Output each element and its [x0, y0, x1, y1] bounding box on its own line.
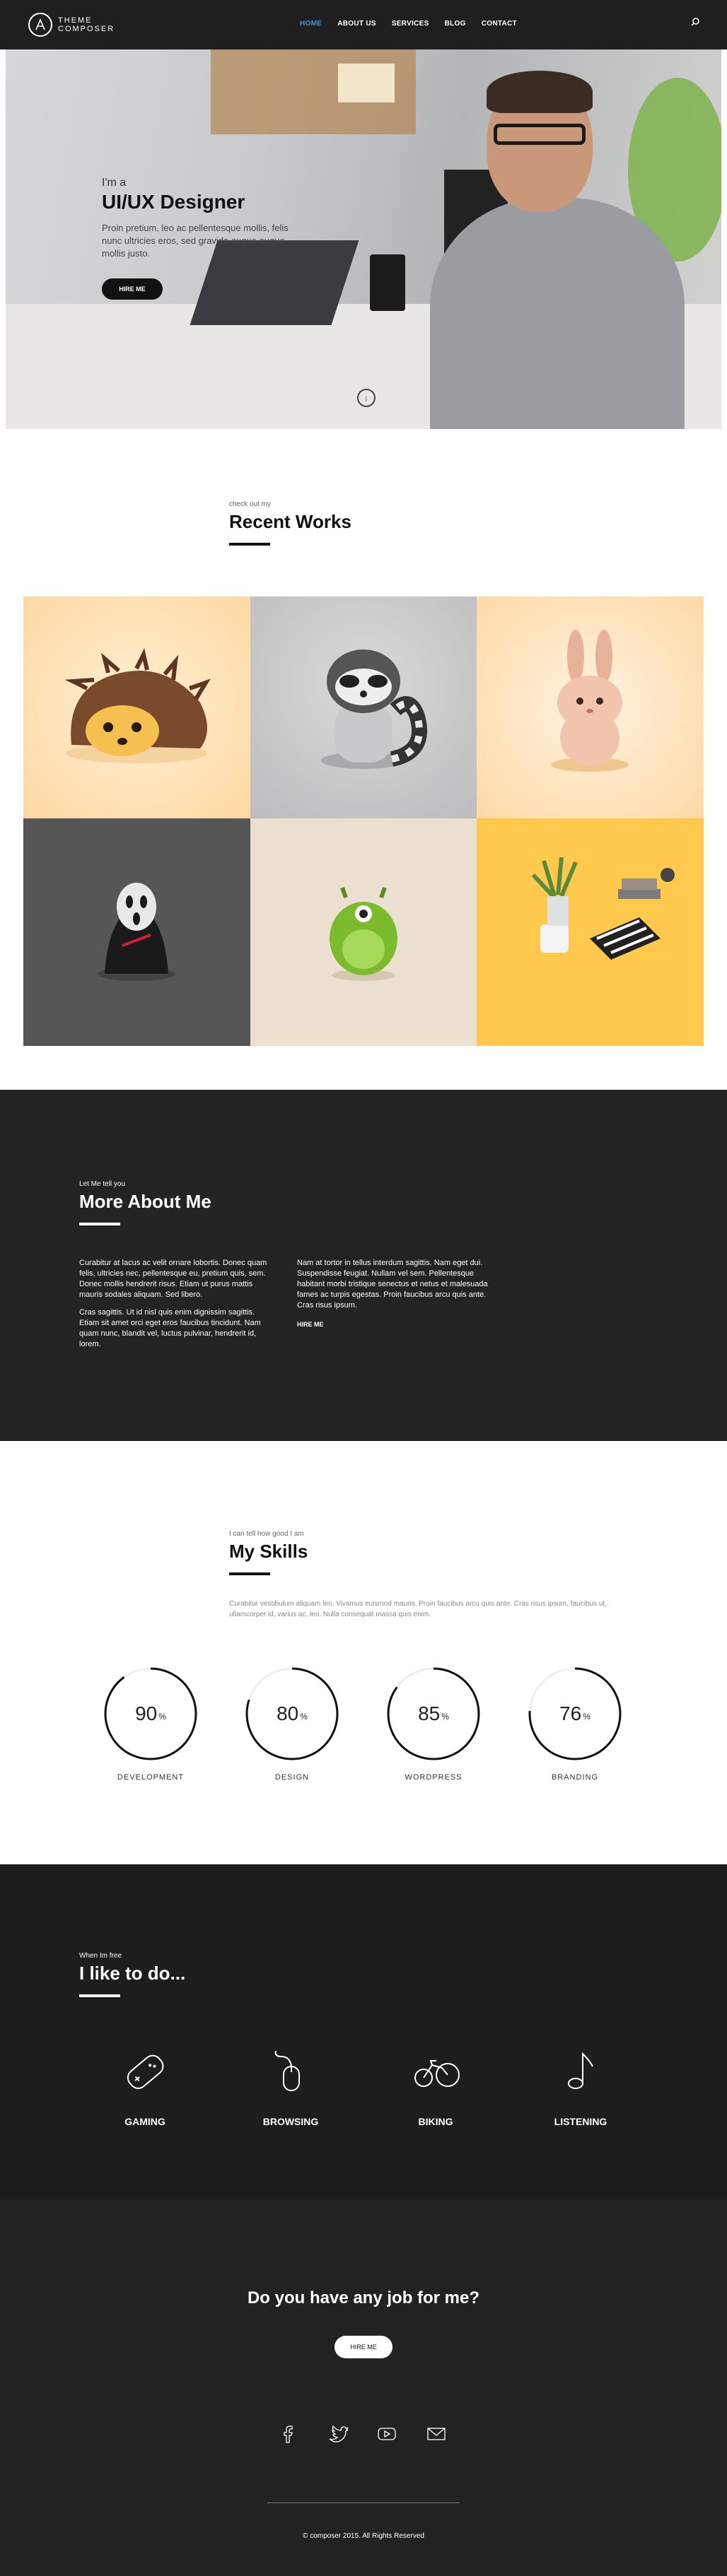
about-paragraph: Cras sagittis. Ut id nisl quis enim dign…: [79, 1308, 261, 1348]
bicycle-icon: [411, 2047, 460, 2096]
hobby-label: GAMING: [124, 2116, 165, 2127]
skill-label: DESIGN: [274, 1773, 310, 1782]
main-menu: HOME ABOUT US SERVICES BLOG CONTACT: [300, 20, 517, 28]
portfolio-item-hedgehog[interactable]: [23, 596, 250, 818]
portfolio-item-bunny[interactable]: [477, 596, 704, 818]
hero-photo-person-hair: [487, 71, 593, 113]
copyright-text: © composer 2015. All Rights Reserved: [303, 2532, 424, 2540]
brand-line-1: THEME: [58, 16, 93, 25]
brand-logo[interactable]: THEME COMPOSER: [28, 13, 115, 37]
hire-me-button[interactable]: HIRE ME: [102, 278, 163, 300]
about-heading: Let Me tell you More About Me: [79, 1180, 211, 1225]
hobby-item-browsing: BROWSING: [238, 2047, 344, 2127]
mail-icon[interactable]: [426, 2423, 447, 2445]
footer-hire-me-button[interactable]: HIRE ME: [335, 2336, 392, 2358]
about-paragraph: Nam at tortor in tellus interdum sagitti…: [297, 1259, 488, 1310]
hero-photo-mug: [370, 254, 405, 311]
hobby-item-gaming: GAMING: [92, 2047, 198, 2127]
hobbies-kicker: When Im free: [79, 1952, 122, 1960]
skills-title-underline: [229, 1572, 270, 1575]
youtube-icon[interactable]: [376, 2423, 397, 2445]
works-kicker: check out my: [229, 500, 271, 508]
hero-description: Proin pretium, leo ac pellentesque molli…: [102, 223, 289, 259]
gamepad-icon: [120, 2047, 170, 2096]
skill-label: DEVELOPMENT: [117, 1773, 185, 1782]
nav-blog[interactable]: BLOG: [445, 20, 466, 28]
about-hire-me-link[interactable]: HIRE ME: [297, 1319, 488, 1330]
hobby-label: BROWSING: [262, 2116, 319, 2127]
skills-kicker: I can tell how good I am: [229, 1530, 304, 1538]
facebook-icon[interactable]: [277, 2423, 298, 2445]
portfolio-item-desk-items[interactable]: [477, 818, 704, 1046]
skill-item: 80% DESIGN: [239, 1666, 345, 1782]
portfolio-item-ghostface[interactable]: [23, 818, 250, 1046]
twitter-icon[interactable]: [327, 2423, 349, 2445]
skill-item: 90% DEVELOPMENT: [98, 1666, 204, 1782]
hero-kicker: I'm a: [102, 177, 127, 189]
hero-photo-notes: [338, 64, 395, 102]
about-paragraph: Curabitur at lacus ac velit ornare lobor…: [79, 1259, 267, 1299]
hobbies-title-underline: [79, 1994, 120, 1997]
search-icon[interactable]: [690, 17, 700, 29]
top-navigation: THEME COMPOSER HOME ABOUT US SERVICES BL…: [0, 0, 727, 49]
nav-about-us[interactable]: ABOUT US: [337, 20, 376, 28]
skills-description: Curabitur vestibulum aliquam leo. Vivamu…: [229, 1600, 607, 1618]
about-title: More About Me: [79, 1191, 211, 1212]
skills-heading: I can tell how good I am My Skills: [229, 1530, 308, 1575]
hero-text: I'm a UI/UX Designer Proin pretium, leo …: [102, 177, 307, 300]
skill-label: WORDPRESS: [405, 1773, 463, 1782]
works-title-underline: [229, 543, 270, 546]
footer-section: Do you have any job for me? HIRE ME © co…: [0, 2199, 727, 2576]
brand-line-2: COMPOSER: [58, 25, 115, 33]
skill-item: 76% BRANDING: [522, 1666, 628, 1782]
hero-photo-person-glasses: [494, 124, 586, 145]
works-title: Recent Works: [229, 511, 351, 532]
scroll-down-icon[interactable]: ↓: [357, 389, 376, 407]
hero-title: UI/UX Designer: [102, 191, 245, 213]
about-title-underline: [79, 1223, 120, 1225]
hobby-label: LISTENING: [554, 2116, 607, 2127]
hero-banner: I'm a UI/UX Designer Proin pretium, leo …: [6, 49, 721, 429]
hobbies-heading: When Im free I like to do...: [79, 1952, 185, 1997]
hobby-item-biking: BIKING: [383, 2047, 489, 2127]
skill-value: 80%: [277, 1702, 308, 1724]
hero-photo-person-body: [430, 198, 685, 429]
about-section: Let Me tell you More About Me Curabitur …: [0, 1090, 727, 1441]
nav-home[interactable]: HOME: [300, 20, 322, 28]
footer-question: Do you have any job for me?: [247, 2288, 480, 2307]
hobbies-title: I like to do...: [79, 1963, 186, 1984]
hobby-item-listening: LISTENING: [528, 2047, 634, 2127]
skill-progress-ring: 80%: [244, 1666, 340, 1762]
logo-icon: [28, 13, 52, 37]
skill-item: 85% WORDPRESS: [380, 1666, 487, 1782]
mouse-icon: [266, 2047, 315, 2096]
skill-value: 76%: [559, 1702, 591, 1724]
works-heading: check out my Recent Works: [229, 500, 351, 546]
portfolio-grid: [23, 596, 704, 1046]
nav-contact[interactable]: CONTACT: [482, 20, 517, 28]
skill-label: BRANDING: [551, 1773, 599, 1782]
hobbies-section: When Im free I like to do... GAMING BROW…: [0, 1864, 727, 2199]
portfolio-item-raccoon[interactable]: [250, 596, 477, 818]
about-column-1: Curabitur at lacus ac velit ornare lobor…: [79, 1258, 270, 1357]
social-links: [277, 2423, 447, 2445]
nav-services[interactable]: SERVICES: [392, 20, 429, 28]
skill-value: 85%: [418, 1702, 449, 1724]
about-column-2: Nam at tortor in tellus interdum sagitti…: [297, 1258, 488, 1357]
brand-name: THEME COMPOSER: [58, 16, 115, 33]
hobby-label: BIKING: [418, 2116, 453, 2127]
about-columns: Curabitur at lacus ac velit ornare lobor…: [79, 1258, 488, 1357]
skill-progress-ring: 90%: [103, 1666, 199, 1762]
skill-progress-ring: 85%: [385, 1666, 482, 1762]
skill-value: 90%: [135, 1702, 166, 1724]
about-kicker: Let Me tell you: [79, 1180, 126, 1188]
skill-progress-ring: 76%: [527, 1666, 623, 1762]
portfolio-item-green-monster[interactable]: [250, 818, 477, 1046]
skills-title: My Skills: [229, 1541, 308, 1562]
music-note-icon: [556, 2047, 605, 2096]
